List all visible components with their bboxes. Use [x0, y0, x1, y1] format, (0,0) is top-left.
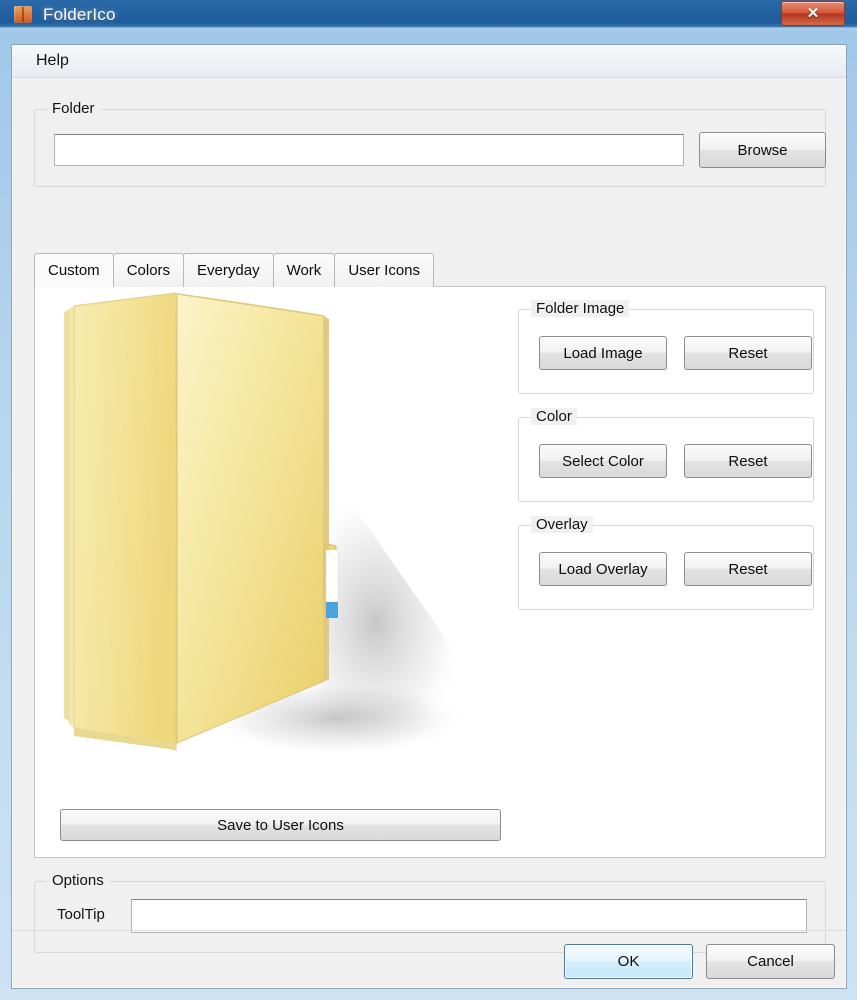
application-window: FolderIco ✕ Help Folder Browse Custom Co…: [0, 0, 857, 1000]
window-title: FolderIco: [43, 5, 116, 24]
color-groupbox-title: Color: [531, 408, 577, 425]
tab-colors-label: Colors: [126, 262, 171, 279]
title-bar-left: FolderIco: [14, 3, 116, 27]
select-color-button-label: Select Color: [562, 452, 644, 470]
tab-user-icons[interactable]: User Icons: [334, 253, 435, 287]
tab-everyday[interactable]: Everyday: [183, 253, 274, 287]
folder-preview: [36, 288, 506, 788]
select-color-button[interactable]: Select Color: [539, 444, 667, 478]
folder-path-input[interactable]: [54, 134, 684, 166]
menu-bar: Help: [12, 45, 846, 78]
tab-strip: Custom Colors Everyday Work User Icons: [34, 253, 435, 287]
close-icon: ✕: [806, 5, 820, 22]
overlay-reset-label: Reset: [728, 560, 768, 578]
folder-groupbox-title: Folder: [47, 100, 100, 117]
options-groupbox-title: Options: [47, 872, 109, 889]
title-bar: FolderIco ✕: [0, 0, 857, 30]
folder-image-groupbox-title: Folder Image: [531, 300, 630, 317]
tab-everyday-label: Everyday: [197, 262, 260, 279]
color-reset-button[interactable]: Reset: [684, 444, 812, 478]
color-reset-label: Reset: [728, 452, 768, 470]
tab-custom[interactable]: Custom: [34, 253, 114, 287]
folder-icon: [14, 6, 34, 24]
load-image-button-label: Load Image: [563, 344, 643, 362]
overlay-groupbox-title: Overlay: [531, 516, 593, 533]
ok-button[interactable]: OK: [564, 944, 693, 979]
tab-custom-label: Custom: [48, 262, 100, 279]
overlay-groupbox: Overlay Load Overlay Reset: [518, 516, 814, 610]
folder-groupbox: Folder Browse: [34, 100, 826, 187]
load-image-button[interactable]: Load Image: [539, 336, 667, 370]
ok-button-label: OK: [617, 953, 640, 970]
tab-work-label: Work: [286, 262, 322, 279]
close-button[interactable]: ✕: [781, 1, 845, 26]
menu-item-help[interactable]: Help: [29, 50, 76, 72]
tab-panel-custom: Folder Image Load Image Reset Color Sele…: [34, 286, 826, 858]
browse-button[interactable]: Browse: [699, 132, 826, 168]
folder-image-reset-label: Reset: [728, 344, 768, 362]
tooltip-input[interactable]: [131, 899, 807, 933]
save-to-user-icons-button[interactable]: Save to User Icons: [60, 809, 501, 841]
browse-button-label: Browse: [737, 141, 788, 159]
dialog-button-bar: OK Cancel: [12, 930, 846, 988]
client-area: Help Folder Browse Custom Colors Everyda…: [11, 44, 847, 989]
tab-work[interactable]: Work: [272, 253, 336, 287]
folder-image-reset-button[interactable]: Reset: [684, 336, 812, 370]
load-overlay-button[interactable]: Load Overlay: [539, 552, 667, 586]
open-folder-preview-icon: [64, 292, 466, 758]
tooltip-label: ToolTip: [57, 906, 105, 923]
color-groupbox: Color Select Color Reset: [518, 408, 814, 502]
overlay-reset-button[interactable]: Reset: [684, 552, 812, 586]
folder-image-groupbox: Folder Image Load Image Reset: [518, 300, 814, 394]
load-overlay-button-label: Load Overlay: [558, 560, 648, 578]
tab-colors[interactable]: Colors: [112, 253, 185, 287]
cancel-button[interactable]: Cancel: [706, 944, 835, 979]
cancel-button-label: Cancel: [747, 953, 794, 970]
save-to-user-icons-label: Save to User Icons: [217, 816, 344, 834]
tab-user-icons-label: User Icons: [348, 262, 421, 279]
